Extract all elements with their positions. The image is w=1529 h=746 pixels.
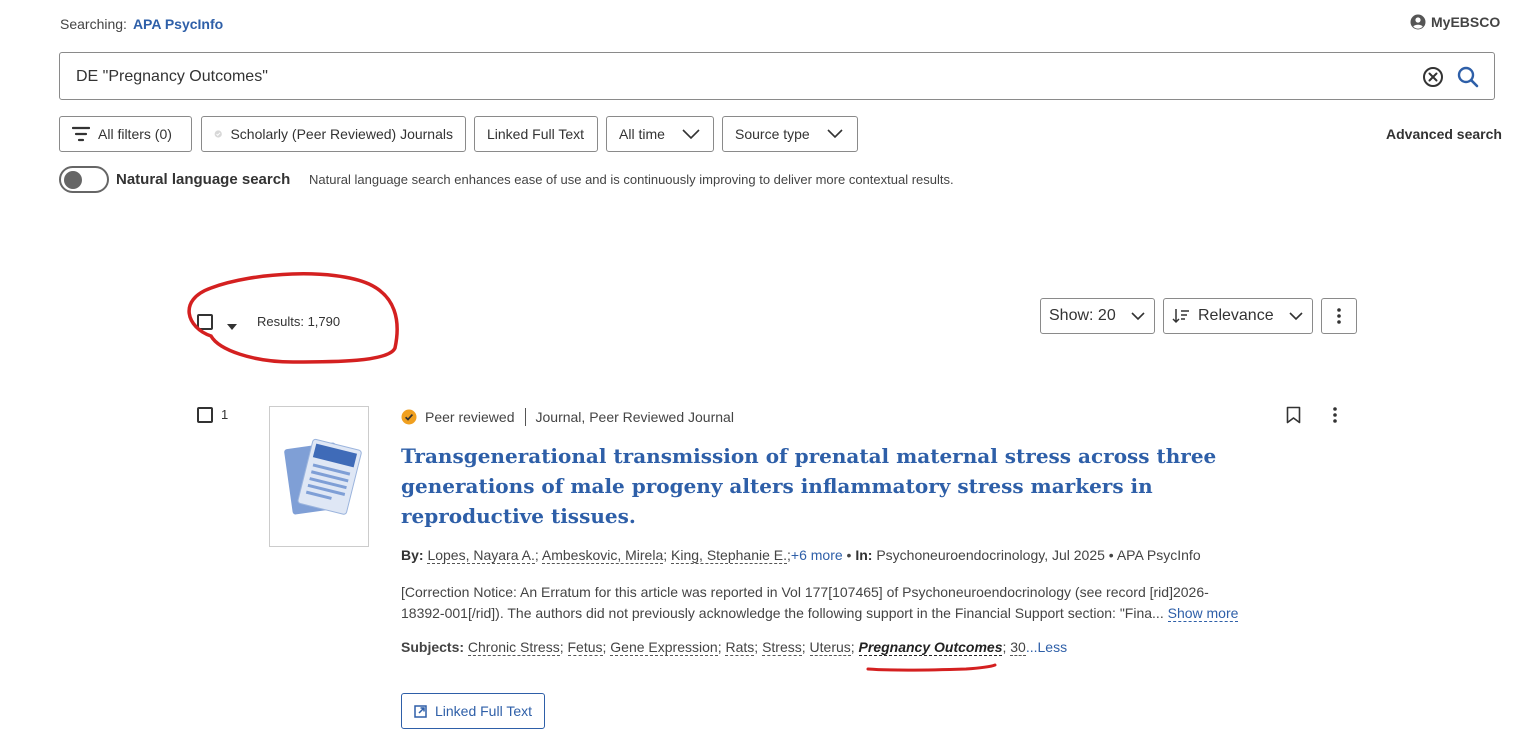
search-bar (59, 52, 1495, 100)
external-link-icon (414, 704, 427, 718)
subject-link[interactable]: Uterus (809, 639, 851, 656)
result-more-options-button[interactable] (1333, 407, 1337, 428)
document-type: Journal, Peer Reviewed Journal (535, 409, 734, 425)
result-abstract: [Correction Notice: An Erratum for this … (401, 582, 1291, 624)
results-more-options-button[interactable] (1321, 298, 1357, 334)
myebsco-link[interactable]: MyEBSCO (1410, 14, 1500, 30)
search-icon (1457, 66, 1479, 88)
result-byline: By: Lopes, Nayara A.; Ambeskovic, Mirela… (401, 547, 1201, 564)
scholarly-filter-label: Scholarly (Peer Reviewed) Journals (230, 126, 453, 142)
result-meta: Peer reviewed Journal, Peer Reviewed Jou… (401, 408, 734, 426)
subjects-label: Subjects: (401, 639, 465, 655)
chevron-down-icon (1289, 312, 1303, 321)
chevron-down-icon (682, 129, 700, 140)
result-thumbnail[interactable] (269, 406, 369, 547)
time-filter-dropdown[interactable]: All time (606, 116, 714, 152)
show-more-link[interactable]: Show more (1167, 605, 1239, 622)
peer-reviewed-icon (214, 130, 222, 138)
abstract-line-wrap: 18392-001[/rid]). The authors did not pr… (401, 603, 1291, 624)
clear-icon (1423, 67, 1443, 87)
time-filter-label: All time (619, 126, 665, 142)
author-link[interactable]: King, Stephanie E. (671, 547, 788, 564)
less-link[interactable]: ...Less (1026, 639, 1067, 655)
subject-link[interactable]: Stress (762, 639, 802, 656)
more-vertical-icon (1337, 308, 1341, 324)
results-per-page-label: Show: 20 (1049, 307, 1116, 324)
natural-language-toggle[interactable] (59, 166, 109, 193)
source-publication: Psychoneuroendocrinology, Jul 2025 (876, 547, 1105, 563)
result-subjects: Subjects: Chronic Stress; Fetus; Gene Ex… (401, 639, 1068, 656)
sort-label: Relevance (1198, 307, 1274, 324)
chevron-down-icon (1131, 312, 1145, 321)
filter-icon (72, 126, 90, 142)
source-type-dropdown[interactable]: Source type (722, 116, 858, 152)
peer-reviewed-badge-icon (401, 409, 417, 425)
all-filters-button[interactable]: All filters (0) (59, 116, 192, 152)
subject-link[interactable]: Gene Expression (610, 639, 718, 656)
author-link[interactable]: Lopes, Nayara A. (427, 547, 535, 564)
clear-search-button[interactable] (1422, 66, 1444, 88)
linked-full-text-button[interactable]: Linked Full Text (401, 693, 545, 729)
database-link[interactable]: APA PsycInfo (133, 16, 223, 32)
subject-link[interactable]: Rats (725, 639, 755, 656)
user-account-icon (1410, 14, 1426, 30)
sort-dropdown[interactable]: Relevance (1163, 298, 1313, 334)
journal-article-icon (284, 438, 362, 515)
toggle-knob (64, 171, 82, 189)
search-button[interactable] (1456, 65, 1480, 89)
all-filters-label: All filters (0) (98, 126, 172, 142)
red-underline-annotation (866, 663, 997, 672)
source-type-label: Source type (735, 126, 810, 142)
linked-full-text-filter-button[interactable]: Linked Full Text (474, 116, 598, 152)
linked-full-text-label: Linked Full Text (434, 703, 532, 719)
natural-language-label: Natural language search (116, 171, 291, 188)
subject-link[interactable]: Chronic Stress (467, 639, 560, 656)
advanced-search-link[interactable]: Advanced search (1386, 126, 1502, 142)
source-database: APA PsycInfo (1116, 547, 1201, 563)
red-circle-annotation (187, 272, 399, 364)
result-checkbox[interactable] (197, 407, 213, 423)
bookmark-button[interactable] (1286, 406, 1301, 429)
results-per-page-dropdown[interactable]: Show: 20 (1040, 298, 1155, 334)
more-vertical-icon (1333, 407, 1337, 423)
searching-label: Searching: (60, 16, 127, 32)
scholarly-filter-button[interactable]: Scholarly (Peer Reviewed) Journals (201, 116, 466, 152)
sort-icon (1172, 309, 1189, 324)
bookmark-icon (1286, 406, 1301, 424)
peer-reviewed-label: Peer reviewed (425, 409, 515, 425)
more-authors-link[interactable]: +6 more (791, 547, 843, 563)
highlighted-subject-link[interactable]: Pregnancy Outcomes (858, 639, 1003, 656)
abstract-line: [Correction Notice: An Erratum for this … (401, 584, 1209, 600)
myebsco-label: MyEBSCO (1431, 14, 1501, 30)
natural-language-description: Natural language search enhances ease of… (309, 172, 954, 187)
result-number: 1 (221, 407, 229, 422)
by-label: By: (401, 547, 424, 563)
chevron-down-icon (827, 129, 843, 139)
author-link[interactable]: Ambeskovic, Mirela (541, 547, 664, 564)
subject-link[interactable]: 30 (1010, 639, 1026, 656)
divider (524, 408, 526, 426)
searching-database: Searching: APA PsycInfo (60, 16, 223, 32)
subject-link[interactable]: Fetus (567, 639, 603, 656)
linked-full-text-filter-label: Linked Full Text (487, 126, 585, 142)
in-label: In: (855, 547, 873, 563)
abstract-line: 18392-001[/rid]). The authors did not pr… (401, 605, 1164, 621)
result-title-link[interactable]: Transgenerational transmission of prenat… (401, 441, 1241, 531)
search-input[interactable] (76, 65, 1396, 89)
